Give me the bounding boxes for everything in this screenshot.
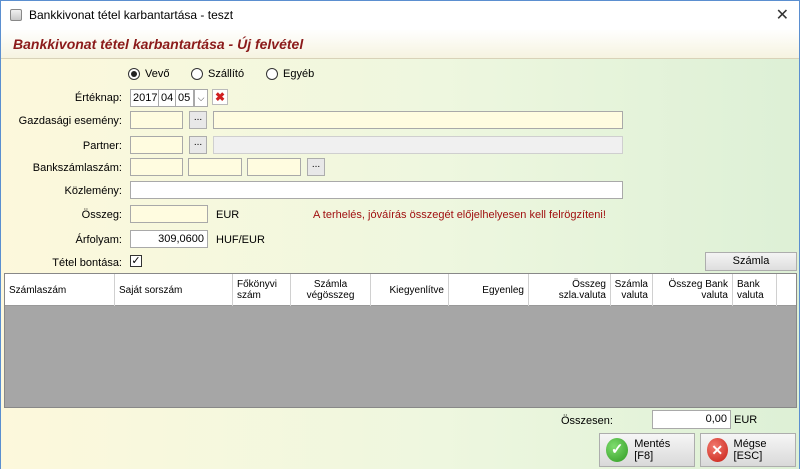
- partner-label: Partner:: [82, 140, 122, 152]
- radio-egyeb-label: Egyéb: [283, 68, 315, 80]
- close-icon[interactable]: ✕: [776, 5, 789, 25]
- col-sajat-sorszam[interactable]: Saját sorszám: [115, 274, 233, 306]
- col-egyenleg[interactable]: Egyenleg: [449, 274, 529, 306]
- total-value: 0,00: [652, 410, 731, 429]
- radio-vevo-label: Vevő: [145, 68, 170, 80]
- grid-header: Számlaszám Saját sorszám Főkönyvi szám S…: [5, 274, 796, 306]
- bank-account-part2-input[interactable]: [188, 158, 242, 176]
- econ-event-browse-button[interactable]: ...: [189, 111, 207, 129]
- check-icon: ✓: [606, 438, 629, 462]
- col-bank-valuta[interactable]: Bank valuta: [733, 274, 777, 306]
- app-icon: [10, 9, 22, 21]
- partner-browse-button[interactable]: ...: [189, 136, 207, 154]
- radio-szallito-label: Szállító: [208, 68, 245, 80]
- amount-currency: EUR: [216, 209, 240, 221]
- save-button[interactable]: ✓ Mentés [F8]: [599, 433, 695, 467]
- col-fokonyvi-szam[interactable]: Főkönyvi szám: [233, 274, 291, 306]
- cancel-button[interactable]: ✕ Mégse [ESC]: [700, 433, 796, 467]
- value-date-day[interactable]: 05: [175, 89, 194, 107]
- value-date-year[interactable]: 2017: [130, 89, 159, 107]
- chevron-down-icon[interactable]: ⌵: [194, 89, 208, 107]
- col-kiegyenlitve[interactable]: Kiegyenlítve: [371, 274, 449, 306]
- value-date-label: Értéknap:: [74, 92, 122, 104]
- radio-vevo-dot[interactable]: [128, 68, 140, 80]
- econ-event-label: Gazdasági esemény:: [18, 115, 122, 127]
- partner-code-input[interactable]: [130, 136, 183, 154]
- total-label: Összesen:: [561, 415, 613, 427]
- split-label: Tétel bontása:: [52, 257, 122, 269]
- bank-account-part1-input[interactable]: [130, 158, 183, 176]
- save-button-label: Mentés [F8]: [634, 438, 671, 462]
- bank-account-part3-input[interactable]: [247, 158, 301, 176]
- notice-label: Közlemény:: [64, 185, 122, 197]
- col-osszeg-szla-valuta[interactable]: Összeg szla.valuta: [529, 274, 611, 306]
- radio-egyeb-dot[interactable]: [266, 68, 278, 80]
- amount-label: Összeg:: [81, 209, 122, 221]
- econ-event-code-input[interactable]: [130, 111, 183, 129]
- notice-input[interactable]: [130, 181, 623, 199]
- value-date-month[interactable]: 04: [158, 89, 176, 107]
- cancel-icon: ✕: [707, 438, 728, 462]
- window-title: Bankkivonat tétel karbantartása - teszt: [29, 8, 234, 22]
- rate-unit: HUF/EUR: [216, 234, 265, 246]
- col-osszeg-bank-valuta[interactable]: Összeg Bank valuta: [653, 274, 733, 306]
- select-invoice-button[interactable]: Számla kiválasztás: [705, 252, 797, 284]
- amount-input[interactable]: [130, 205, 208, 223]
- col-szamlaszam[interactable]: Számlaszám: [5, 274, 115, 306]
- rate-label: Árfolyam:: [75, 234, 122, 246]
- amount-warning: A terhelés, jóváírás összegét előjelhely…: [313, 209, 606, 221]
- radio-szallito-dot[interactable]: [191, 68, 203, 80]
- cancel-button-label: Mégse [ESC]: [733, 438, 767, 462]
- invoice-grid[interactable]: Számlaszám Saját sorszám Főkönyvi szám S…: [4, 273, 797, 408]
- rate-input[interactable]: 309,0600: [130, 230, 208, 248]
- partner-name-input: [213, 136, 623, 154]
- econ-event-name-input[interactable]: [213, 111, 623, 129]
- bank-account-label: Bankszámlaszám:: [32, 162, 122, 174]
- title-bar: Bankkivonat tétel karbantartása - teszt …: [1, 1, 799, 29]
- split-checkbox[interactable]: ✓: [130, 255, 142, 267]
- clear-date-icon[interactable]: ✖: [212, 89, 228, 105]
- col-szamla-valuta[interactable]: Számla valuta: [611, 274, 653, 306]
- radio-szallito[interactable]: Szállító: [191, 68, 244, 80]
- radio-vevo[interactable]: Vevő: [128, 68, 169, 80]
- bank-account-browse-button[interactable]: ...: [307, 158, 325, 176]
- total-currency: EUR: [734, 414, 758, 426]
- col-szamla-vegosszeg[interactable]: Számla végösszeg: [291, 274, 371, 306]
- radio-egyeb[interactable]: Egyéb: [266, 68, 314, 80]
- page-title: Bankkivonat tétel karbantartása - Új fel…: [13, 36, 304, 52]
- form-header: Bankkivonat tétel karbantartása - Új fel…: [1, 29, 799, 59]
- dialog-window: Bankkivonat tétel karbantartása - teszt …: [0, 0, 800, 469]
